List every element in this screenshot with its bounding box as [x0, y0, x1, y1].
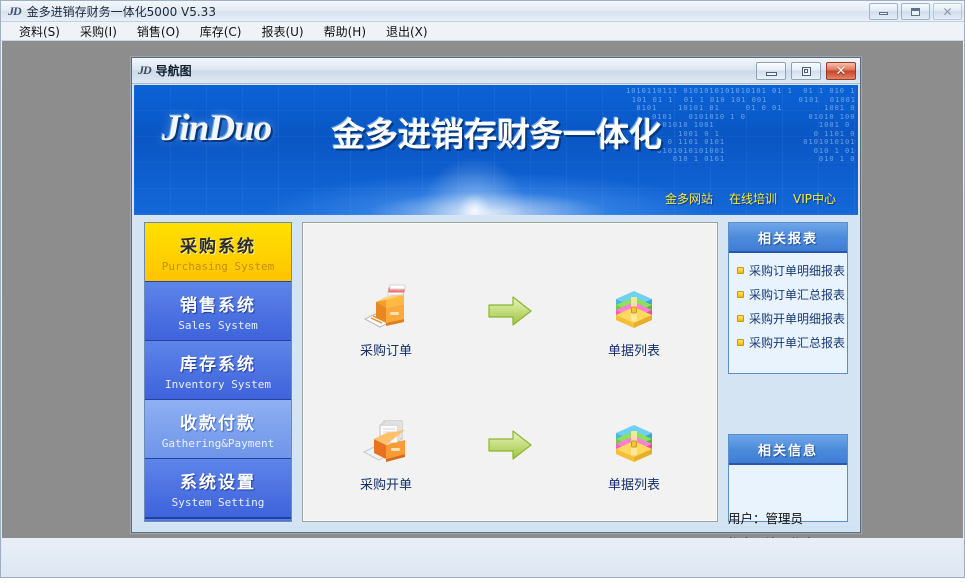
- related-reports-title: 相关报表: [729, 223, 847, 253]
- workflow-row-purchase-invoice: 采购开单 单据列表: [303, 405, 717, 505]
- navigation-window-title: 导航图: [155, 64, 192, 78]
- sidebar-item-gathering-payment[interactable]: 收款付款 Gathering&Payment: [145, 400, 291, 459]
- app-close-button[interactable]: ✕: [933, 3, 962, 20]
- purchase-invoice-drawer-icon: [360, 417, 412, 467]
- app-title: 金多进销存财务一体化5000 V5.33: [26, 4, 216, 19]
- workflow-document-list-2-label: 单据列表: [607, 478, 660, 493]
- bullet-icon: [737, 315, 744, 322]
- workflow-purchase-order-label: 采购订单: [359, 344, 412, 359]
- link-vip-center[interactable]: VIP中心: [793, 190, 836, 207]
- link-online-training[interactable]: 在线培训: [729, 190, 777, 207]
- banner-link-group: 金多网站 在线培训 VIP中心: [665, 190, 836, 207]
- workflow-document-list-1-label: 单据列表: [607, 344, 660, 359]
- app-window-controls: ✕: [869, 3, 962, 20]
- menu-item-help[interactable]: 帮助(H): [314, 21, 376, 42]
- report-item-invoice-detail[interactable]: 采购开单明细报表: [737, 310, 847, 327]
- document-list-icon: [608, 283, 660, 333]
- sidebar-item-sales-label-en: Sales System: [178, 318, 258, 332]
- workflow-panel: 采购订单 单据列表 采购开单 单据列表: [302, 222, 718, 522]
- banner-brand-logo: JinDuo: [162, 108, 272, 149]
- menu-item-purchase[interactable]: 采购(I): [70, 21, 127, 42]
- banner-brand-title: 金多进销存财务一体化: [332, 115, 662, 154]
- navigation-window-controls: ✕: [756, 62, 856, 80]
- related-reports-list: 采购订单明细报表 采购订单汇总报表 采购开单明细报表 采购开单汇总报表: [729, 253, 847, 351]
- navigation-logo-icon: JD: [138, 63, 152, 77]
- sidebar-item-purchasing[interactable]: 采购系统 Purchasing System: [145, 223, 291, 282]
- navigation-window: JD 导航图 ✕ 1010110111 0101010101010101 01 …: [131, 57, 861, 576]
- report-item-order-detail-label: 采购订单明细报表: [749, 264, 846, 278]
- module-sidebar: 采购系统 Purchasing System 销售系统 Sales System…: [144, 222, 292, 522]
- sidebar-item-sales-label-cn: 销售系统: [180, 295, 256, 316]
- menu-item-sales[interactable]: 销售(O): [127, 21, 190, 42]
- report-item-invoice-summary[interactable]: 采购开单汇总报表: [737, 334, 847, 351]
- purchase-order-drawer-icon: [360, 283, 412, 333]
- brand-banner: 1010110111 0101010101010101 01 1 01 1 01…: [134, 85, 858, 215]
- sidebar-item-system-setting-label-cn: 系统设置: [180, 472, 256, 493]
- workflow-purchase-invoice-label: 采购开单: [359, 478, 412, 493]
- right-panel: 相关报表 采购订单明细报表 采购订单汇总报表 采购开单明细报表 采购开单汇总报表…: [728, 222, 851, 576]
- sidebar-item-system-setting-label-en: System Setting: [171, 495, 265, 509]
- report-item-order-summary[interactable]: 采购订单汇总报表: [737, 286, 847, 303]
- menu-item-data[interactable]: 资料(S): [9, 21, 70, 42]
- sidebar-item-inventory-label-en: Inventory System: [165, 377, 271, 391]
- bullet-icon: [737, 339, 744, 346]
- app-maximize-button[interactable]: [901, 3, 930, 20]
- menu-item-inventory[interactable]: 库存(C): [190, 21, 252, 42]
- bullet-icon: [737, 291, 744, 298]
- navigation-close-button[interactable]: ✕: [826, 62, 856, 80]
- arrow-right-icon: [488, 430, 532, 460]
- sidebar-item-system-setting[interactable]: 系统设置 System Setting: [145, 459, 291, 518]
- navigation-body: 采购系统 Purchasing System 销售系统 Sales System…: [134, 216, 858, 576]
- workflow-purchase-order[interactable]: 采购订单: [330, 283, 442, 359]
- app-bottom-strip: [2, 538, 963, 577]
- sidebar-item-gathering-payment-label-en: Gathering&Payment: [161, 436, 275, 450]
- app-menu-bar: 资料(S) 采购(I) 销售(O) 库存(C) 报表(U) 帮助(H) 退出(X…: [1, 22, 964, 41]
- navigation-bottom-strip: [134, 526, 858, 531]
- mdi-client-area: JD 导航图 ✕ 1010110111 0101010101010101 01 …: [2, 41, 963, 576]
- navigation-minimize-button[interactable]: [756, 62, 786, 80]
- workflow-arrow-2: [482, 428, 538, 482]
- report-item-invoice-summary-label: 采购开单汇总报表: [749, 336, 846, 350]
- bullet-icon: [737, 267, 744, 274]
- workflow-arrow-1: [482, 294, 538, 348]
- sidebar-item-purchasing-label-en: Purchasing System: [161, 259, 275, 273]
- related-info-title: 相关信息: [729, 435, 847, 465]
- navigation-maximize-button[interactable]: [791, 62, 821, 80]
- sidebar-filler: [145, 518, 291, 521]
- sidebar-item-gathering-payment-label-cn: 收款付款: [180, 413, 256, 434]
- menu-item-reports[interactable]: 报表(U): [251, 21, 313, 42]
- workflow-document-list-2[interactable]: 单据列表: [578, 417, 690, 493]
- arrow-right-icon: [488, 296, 532, 326]
- link-website[interactable]: 金多网站: [665, 190, 713, 207]
- app-title-bar: JD 金多进销存财务一体化5000 V5.33 ✕: [1, 1, 964, 22]
- workflow-document-list-1[interactable]: 单据列表: [578, 283, 690, 359]
- related-reports-card: 相关报表 采购订单明细报表 采购订单汇总报表 采购开单明细报表 采购开单汇总报表: [728, 222, 848, 374]
- workflow-row-purchase-order: 采购订单 单据列表: [303, 271, 717, 371]
- info-user: 用户：管理员: [728, 511, 804, 526]
- sidebar-item-sales[interactable]: 销售系统 Sales System: [145, 282, 291, 341]
- application-window: JD 金多进销存财务一体化5000 V5.33 ✕ 资料(S) 采购(I) 销售…: [0, 0, 965, 578]
- report-item-order-summary-label: 采购订单汇总报表: [749, 288, 846, 302]
- workflow-purchase-invoice[interactable]: 采购开单: [330, 417, 442, 493]
- navigation-title-bar[interactable]: JD 导航图 ✕: [132, 58, 860, 84]
- sidebar-item-purchasing-label-cn: 采购系统: [180, 236, 256, 257]
- report-item-order-detail[interactable]: 采购订单明细报表: [737, 262, 847, 279]
- sidebar-item-inventory-label-cn: 库存系统: [180, 354, 256, 375]
- app-logo-icon: JD: [8, 3, 22, 18]
- menu-item-exit[interactable]: 退出(X): [376, 21, 438, 42]
- document-list-icon: [608, 417, 660, 467]
- app-minimize-button[interactable]: [869, 3, 898, 20]
- report-item-invoice-detail-label: 采购开单明细报表: [749, 312, 846, 326]
- sidebar-item-inventory[interactable]: 库存系统 Inventory System: [145, 341, 291, 400]
